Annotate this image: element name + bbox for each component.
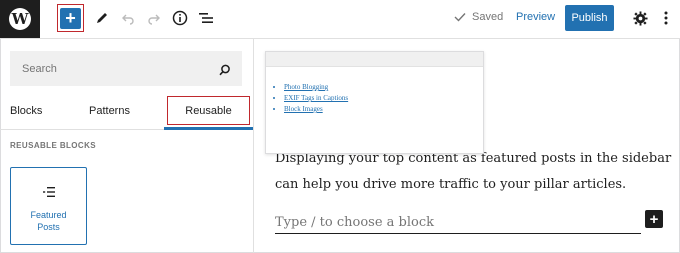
preview-button[interactable]: Preview (516, 11, 555, 23)
appender-add-button[interactable]: + (645, 210, 663, 228)
add-block-button[interactable]: + (60, 7, 81, 29)
redo-icon[interactable] (145, 9, 163, 27)
add-block-highlight: + (57, 4, 84, 32)
active-tab-indicator (164, 127, 253, 130)
top-toolbar: W + Saved Preview Publish (0, 0, 680, 39)
preview-header-bar (266, 52, 483, 67)
checkmark-icon (454, 13, 466, 22)
list-view-icon[interactable] (197, 9, 215, 27)
wordpress-logo-icon: W (9, 8, 31, 30)
tab-reusable-label: Reusable (185, 105, 232, 117)
preview-link: Photo Blogging (284, 82, 348, 93)
more-options-icon[interactable] (657, 9, 675, 27)
preview-link: EXIF Tags in Captions (284, 93, 348, 104)
block-appender[interactable]: Type / to choose a block (275, 211, 641, 234)
wordpress-logo-button[interactable]: W (0, 0, 40, 38)
block-label: Featured Posts (30, 210, 67, 232)
tab-blocks[interactable]: Blocks (10, 93, 42, 129)
saved-status: Saved (454, 11, 503, 23)
preview-link: Block Images (284, 104, 348, 115)
tab-patterns[interactable]: Patterns (89, 93, 130, 129)
undo-icon[interactable] (119, 9, 137, 27)
search-input[interactable] (10, 51, 242, 86)
tab-reusable[interactable]: Reusable (164, 93, 253, 130)
settings-gear-icon[interactable] (631, 9, 649, 27)
edit-pencil-icon[interactable] (93, 9, 111, 27)
editor-canvas: Photo Blogging EXIF Tags in Captions Blo… (255, 39, 680, 253)
search-icon (219, 63, 231, 76)
block-preview: Photo Blogging EXIF Tags in Captions Blo… (265, 51, 484, 154)
preview-link-list: Photo Blogging EXIF Tags in Captions Blo… (266, 82, 348, 115)
list-icon (42, 185, 56, 199)
info-icon[interactable] (171, 9, 189, 27)
reusable-block-featured-posts[interactable]: Featured Posts (10, 167, 87, 245)
block-inserter-panel: Blocks Patterns Reusable REUSABLE BLOCKS… (0, 39, 254, 253)
section-heading: REUSABLE BLOCKS (10, 141, 97, 150)
inserter-tabs: Blocks Patterns Reusable (0, 93, 254, 130)
publish-button[interactable]: Publish (565, 5, 614, 31)
saved-label: Saved (472, 11, 504, 23)
